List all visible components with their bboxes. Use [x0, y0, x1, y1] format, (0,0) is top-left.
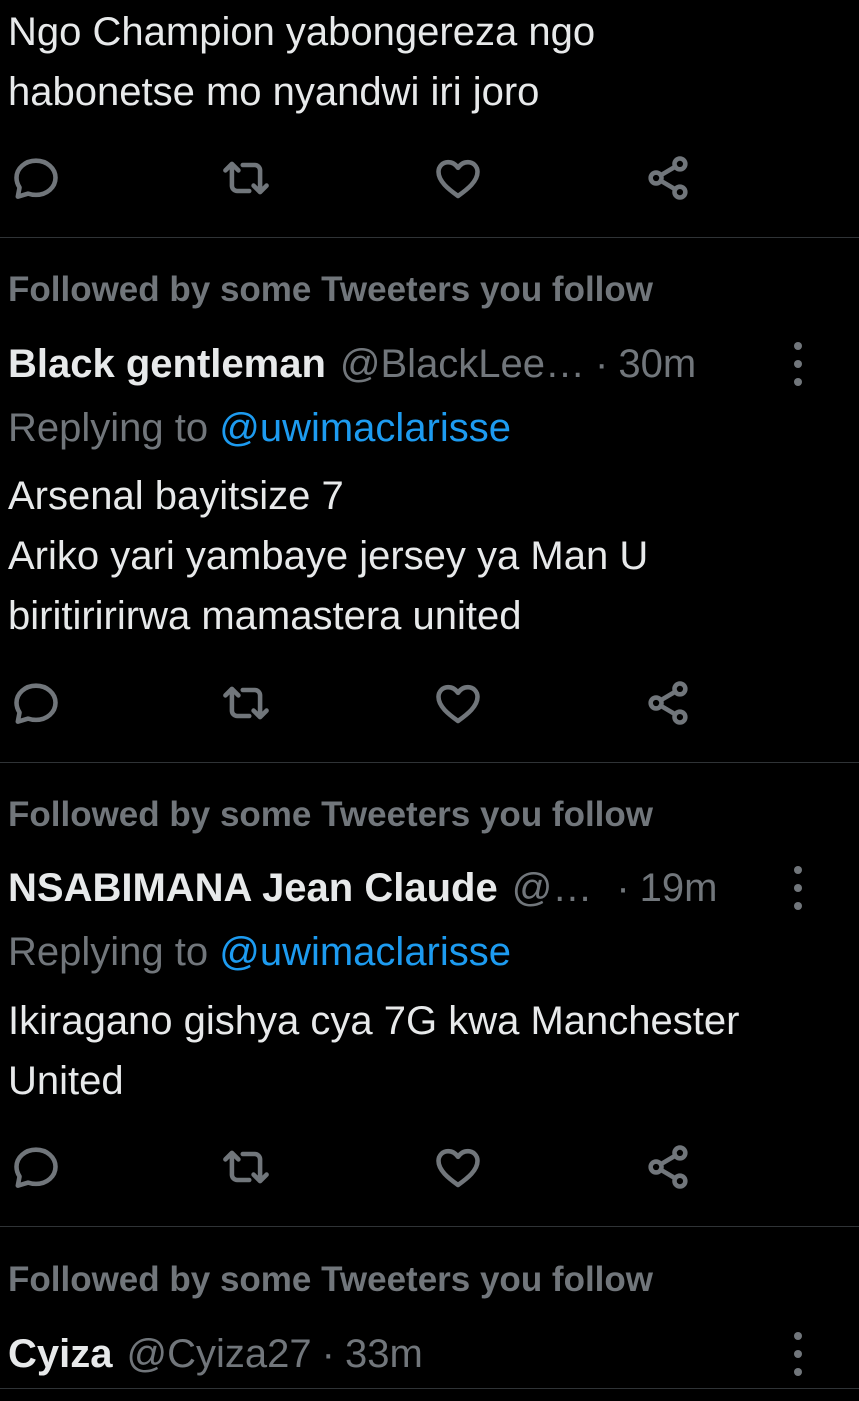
tweet-text: Ikiragano gishya cya 7G kwa Manchester U… — [8, 999, 740, 1103]
like-button[interactable] — [430, 1139, 486, 1195]
like-icon — [436, 684, 480, 724]
like-icon — [436, 1148, 480, 1188]
divider — [0, 1226, 859, 1227]
retweet-icon — [223, 1150, 269, 1184]
more-icon-dot — [794, 1350, 802, 1358]
retweet-icon — [223, 161, 269, 195]
reply-button[interactable] — [8, 1139, 64, 1195]
share-icon — [648, 1145, 688, 1189]
separator: · — [616, 865, 630, 910]
retweet-button[interactable] — [218, 1139, 274, 1195]
timestamp[interactable]: 33m — [345, 1332, 423, 1377]
reply-icon — [14, 683, 58, 724]
timestamp[interactable]: 19m — [640, 866, 718, 911]
separator: · — [595, 341, 609, 386]
tweet-header: Cyiza @Cyiza27 · 33m — [8, 1324, 759, 1384]
replying-to: Replying to @uwimaclarisse — [8, 398, 511, 458]
like-icon — [436, 159, 480, 199]
share-button[interactable] — [640, 675, 696, 731]
replying-to: Replying to @uwimaclarisse — [8, 922, 511, 982]
more-icon-dot — [794, 1368, 802, 1376]
share-icon — [648, 156, 688, 200]
social-context: Followed by some Tweeters you follow — [8, 1260, 654, 1299]
like-button[interactable] — [430, 150, 486, 206]
divider — [0, 1388, 859, 1389]
share-button[interactable] — [640, 1139, 696, 1195]
reply-button[interactable] — [8, 150, 64, 206]
display-name[interactable]: NSABIMANA Jean Claude — [8, 866, 498, 911]
divider — [0, 237, 859, 238]
more-icon — [794, 866, 802, 874]
more-options-button[interactable] — [788, 866, 808, 910]
more-icon-dot — [794, 378, 802, 386]
more-icon — [794, 1332, 802, 1340]
user-handle[interactable]: @… — [512, 866, 593, 911]
more-icon-dot — [794, 884, 802, 892]
tweet-text: Ngo Champion yabongereza ngo habonetse m… — [8, 10, 596, 114]
display-name[interactable]: Black gentleman — [8, 342, 326, 387]
retweet-button[interactable] — [218, 150, 274, 206]
tweet-text: Arsenal bayitsize 7 Ariko yari yambaye j… — [8, 474, 649, 638]
reply-icon — [14, 1147, 58, 1188]
more-icon-dot — [794, 902, 802, 910]
timestamp[interactable]: 30m — [618, 342, 696, 387]
mention-link[interactable]: @uwimaclarisse — [219, 930, 511, 974]
replying-to-label: Replying to — [8, 930, 220, 974]
tweet-header: Black gentleman @BlackLee… · 30m — [8, 334, 759, 394]
more-icon — [794, 342, 802, 350]
separator: · — [321, 1331, 335, 1376]
social-context: Followed by some Tweeters you follow — [8, 795, 654, 834]
replying-to-label: Replying to — [8, 406, 220, 450]
more-options-button[interactable] — [788, 1332, 808, 1376]
more-icon-dot — [794, 360, 802, 368]
share-icon — [648, 681, 688, 725]
social-context: Followed by some Tweeters you follow — [8, 270, 654, 309]
more-options-button[interactable] — [788, 342, 808, 386]
share-button[interactable] — [640, 150, 696, 206]
retweet-button[interactable] — [218, 675, 274, 731]
like-button[interactable] — [430, 675, 486, 731]
retweet-icon — [223, 686, 269, 720]
divider — [0, 762, 859, 763]
tweet-header: NSABIMANA Jean Claude @… · 19m — [8, 858, 759, 918]
display-name[interactable]: Cyiza — [8, 1332, 113, 1377]
user-handle[interactable]: @BlackLee… — [340, 342, 585, 387]
mention-link[interactable]: @uwimaclarisse — [219, 406, 511, 450]
user-handle[interactable]: @Cyiza27 — [127, 1332, 312, 1377]
reply-button[interactable] — [8, 675, 64, 731]
reply-icon — [14, 158, 58, 199]
